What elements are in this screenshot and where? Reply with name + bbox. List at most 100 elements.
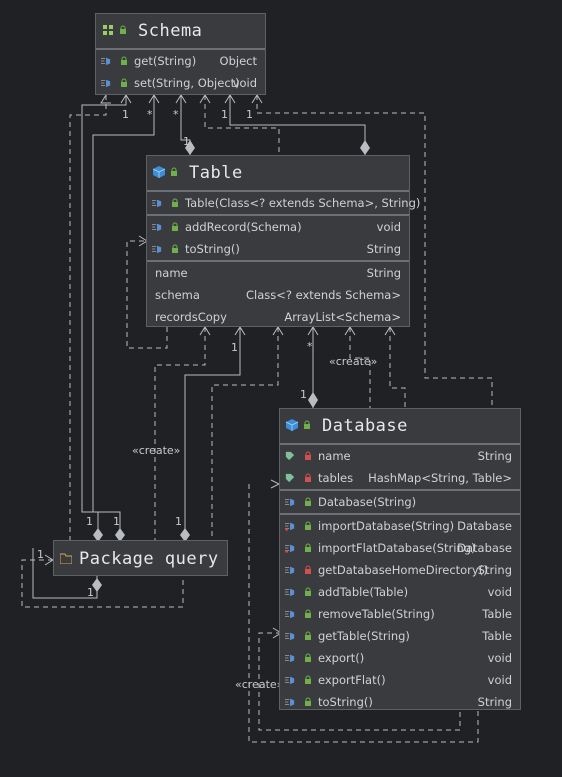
method-row[interactable]: export() void	[280, 647, 520, 669]
method-type: String	[366, 242, 401, 256]
method-name: exportFlat()	[318, 673, 386, 687]
method-row[interactable]: getDatabaseHomeDirectory() String	[280, 559, 520, 581]
multiplicity-label: 1	[231, 341, 238, 354]
lock-icon	[304, 420, 310, 429]
method-name: toString()	[318, 695, 373, 709]
field-row[interactable]: recordsCopy ArrayList<Schema>	[147, 306, 409, 328]
package-query-box[interactable]: Package query	[53, 540, 228, 576]
constructor-name: Database(String)	[318, 495, 417, 509]
database-class-box[interactable]: Database name String tables HashMap<Stri…	[279, 408, 521, 710]
lock-icon	[305, 587, 311, 596]
field-type: ArrayList<Schema>	[284, 310, 401, 324]
class-title: Schema	[138, 21, 203, 41]
schema-class-box[interactable]: Schema get(String) Object set(String, Ob…	[95, 13, 266, 95]
lock-icon	[305, 653, 311, 662]
method-icon	[285, 676, 295, 685]
method-icon	[285, 588, 295, 597]
method-icon	[285, 522, 295, 531]
method-name: set(String, Object)	[134, 76, 240, 90]
multiplicity-label: 1	[183, 135, 190, 148]
method-row[interactable]: addRecord(Schema) void	[147, 216, 409, 238]
field-type: Class<? extends Schema>	[245, 288, 401, 302]
method-row[interactable]: exportFlat() void	[280, 669, 520, 691]
lock-icon	[305, 697, 311, 706]
constructor-row[interactable]: Database(String)	[280, 491, 520, 513]
method-row[interactable]: addTable(Table) void	[280, 581, 520, 603]
method-icon	[285, 698, 295, 707]
lock-icon	[305, 473, 311, 482]
class-title: Database	[322, 416, 408, 436]
constructor-name: Table(Class<? extends Schema>, String)	[185, 196, 421, 210]
table-class-box[interactable]: Table Table(Class<? extends Schema>, Str…	[146, 155, 420, 328]
field-row[interactable]: tables HashMap<String, Table>	[280, 467, 520, 489]
method-type: void	[487, 673, 512, 687]
lock-icon	[305, 521, 311, 530]
method-icon	[152, 223, 162, 232]
class-icon	[153, 166, 165, 178]
field-name: name	[155, 266, 188, 280]
method-name: addRecord(Schema)	[185, 220, 302, 234]
method-type: Database	[457, 519, 512, 533]
field-name: schema	[155, 288, 200, 302]
lock-icon	[172, 198, 178, 207]
method-name: get(String)	[134, 54, 197, 68]
class-title: Table	[189, 163, 243, 183]
field-icon	[285, 451, 295, 461]
multiplicity-label: 1	[300, 388, 307, 401]
folder-icon	[60, 553, 72, 564]
interface-icon	[103, 25, 113, 35]
method-icon	[285, 610, 295, 619]
lock-icon	[121, 56, 127, 65]
method-type: Table	[482, 629, 512, 643]
method-name: addTable(Table)	[318, 585, 409, 599]
constructor-row[interactable]: Table(Class<? extends Schema>, String)	[147, 192, 420, 214]
field-row[interactable]: name String	[147, 262, 409, 284]
method-row[interactable]: removeTable(String) Table	[280, 603, 520, 625]
method-row[interactable]: importFlatDatabase(String) Database	[280, 537, 520, 559]
method-row[interactable]: getTable(String) Table	[280, 625, 520, 647]
field-type: String	[366, 266, 401, 280]
method-row[interactable]: get(String) Object	[96, 50, 265, 72]
method-row[interactable]: set(String, Object) void	[96, 72, 265, 94]
method-row[interactable]: toString() String	[280, 691, 520, 713]
method-name: importDatabase(String)	[318, 519, 455, 533]
method-type: String	[477, 695, 512, 709]
method-icon	[285, 654, 295, 663]
method-name: getTable(String)	[318, 629, 410, 643]
field-row[interactable]: name String	[280, 445, 520, 467]
method-row[interactable]: toString() String	[147, 238, 409, 260]
method-icon	[285, 566, 295, 575]
package-title: Package query	[79, 549, 219, 569]
field-row[interactable]: schema Class<? extends Schema>	[147, 284, 409, 306]
method-icon	[101, 79, 111, 88]
method-icon	[285, 544, 295, 553]
field-type: HashMap<String, Table>	[368, 471, 512, 485]
field-type: String	[477, 449, 512, 463]
method-name: export()	[318, 651, 365, 665]
multiplicity-label: *	[307, 340, 313, 353]
constructor-icon	[285, 498, 295, 507]
multiplicity-label: 1	[87, 586, 94, 599]
method-name: importFlatDatabase(String)	[318, 541, 476, 555]
lock-icon	[305, 609, 311, 618]
field-name: recordsCopy	[155, 310, 227, 324]
lock-icon	[305, 565, 311, 574]
multiplicity-label: 1	[221, 108, 228, 121]
multiplicity-label: *	[173, 108, 179, 121]
lock-icon	[121, 78, 127, 87]
multiplicity-label: 1	[37, 548, 44, 561]
lock-icon	[120, 25, 126, 34]
lock-icon	[305, 631, 311, 640]
create-stereotype-label: «create»	[132, 444, 181, 457]
multiplicity-label: 1	[122, 108, 129, 121]
method-row[interactable]: importDatabase(String) Database	[280, 515, 520, 537]
method-type: Object	[219, 54, 257, 68]
method-type: void	[487, 651, 512, 665]
lock-icon	[305, 497, 311, 506]
field-name: tables	[318, 471, 354, 485]
multiplicity-label: 1	[86, 515, 93, 528]
method-type: void	[487, 585, 512, 599]
method-type: String	[477, 563, 512, 577]
method-list: importDatabase(String) Database importFlat…	[280, 515, 520, 713]
lock-icon	[172, 244, 178, 253]
